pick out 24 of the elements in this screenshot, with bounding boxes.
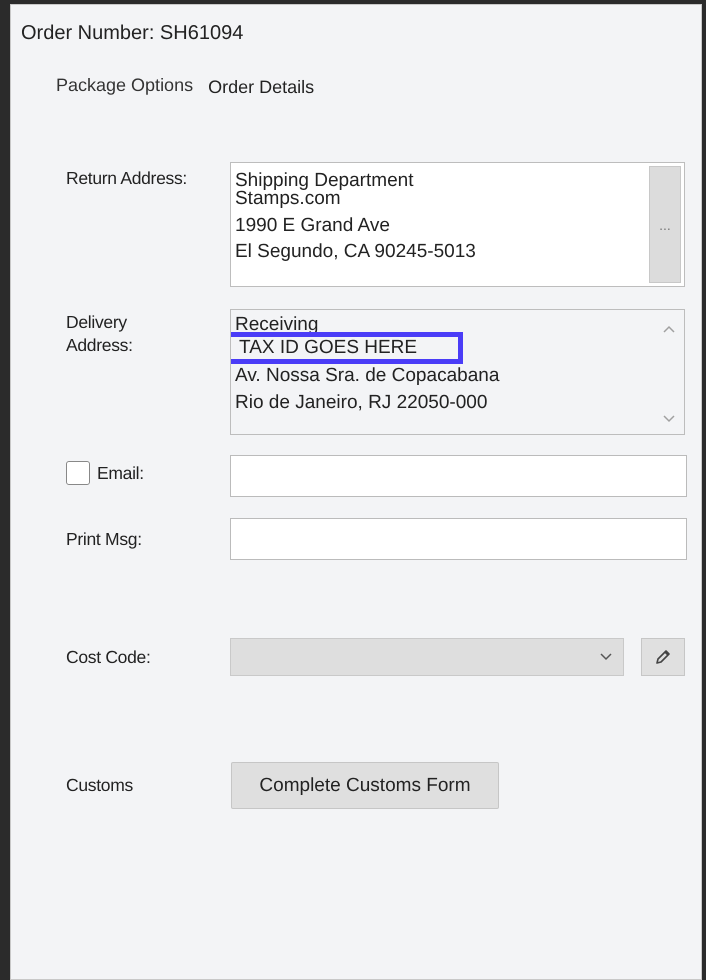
chevron-down-icon: [599, 652, 613, 662]
complete-customs-form-button[interactable]: Complete Customs Form: [231, 762, 499, 809]
scroll-down-icon[interactable]: [662, 414, 676, 424]
field-label: Return Address:: [66, 168, 188, 189]
order-number: Order Number: SH61094: [21, 22, 244, 45]
scroll-up-icon[interactable]: [662, 324, 676, 334]
address-line: 1990 E Grand Ave: [235, 214, 391, 238]
address-line: El Segundo, CA 90245-5013: [235, 240, 477, 264]
return-address-field[interactable]: Shipping Department Stamps.com 1990 E Grand Ave El Segundo, CA 90245-5013 ...: [230, 162, 685, 287]
field-label: Delivery Address:: [66, 311, 134, 357]
delivery-address-field[interactable]: Receiving TAX ID GOES HERE Av. Nossa Sra. de Copacabana Rio de Janeiro, RJ 22050-000: [230, 309, 685, 435]
field-label: Email:: [97, 462, 144, 484]
print-message-input[interactable]: [230, 518, 687, 560]
address-line: Rio de Janeiro, RJ 22050-000: [235, 390, 488, 414]
address-line: Receiving: [235, 313, 320, 330]
field-label: Cost Code:: [66, 646, 152, 668]
email-checkbox[interactable]: [66, 461, 90, 485]
email-input[interactable]: [230, 455, 687, 497]
tab[interactable]: Order Details: [208, 77, 314, 98]
edit-button[interactable]: [641, 638, 685, 676]
tab[interactable]: Package Options: [56, 75, 194, 96]
field-label: Print Msg:: [66, 528, 143, 550]
address-line: Av. Nossa Sra. de Copacabana: [235, 364, 500, 388]
field-label: Customs: [66, 775, 134, 796]
